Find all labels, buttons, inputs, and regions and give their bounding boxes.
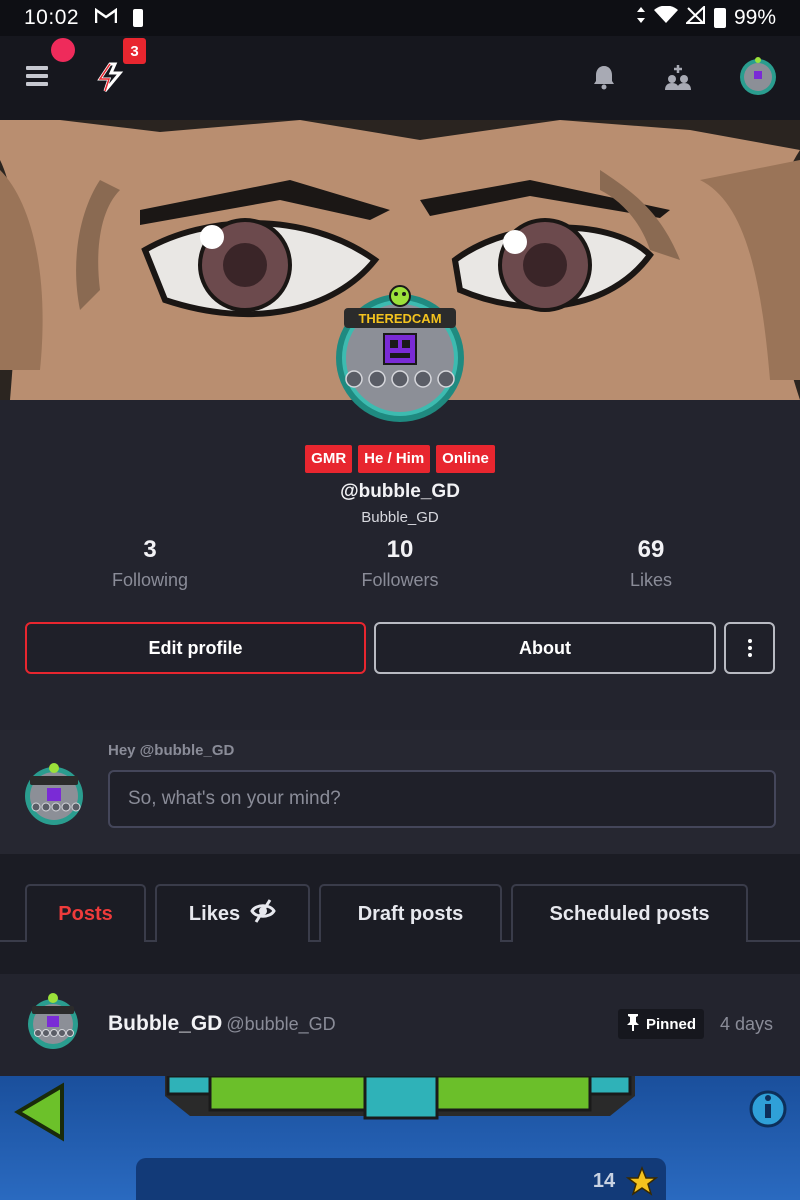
about-button[interactable]: About [374, 622, 716, 674]
composer-greeting: Hey @bubble_GD [108, 742, 235, 759]
tab-label: Draft posts [357, 902, 464, 925]
no-signal-icon [684, 4, 706, 30]
post-author-handle: @bubble_GD [226, 1014, 336, 1034]
stat-label: Following [111, 570, 189, 590]
pinned-label: Pinned [646, 1015, 697, 1033]
user-avatar[interactable] [738, 56, 778, 96]
gmail-icon [94, 7, 118, 30]
post-time: 4 days [720, 1014, 774, 1034]
post-image[interactable]: 14 [0, 1076, 800, 1200]
stat-label: Likes [629, 570, 673, 590]
pin-icon [626, 1013, 640, 1035]
more-options-button[interactable] [724, 622, 775, 674]
menu-icon[interactable] [26, 66, 48, 86]
app-bar: 3 [0, 36, 800, 120]
app-logo-icon[interactable] [96, 62, 124, 92]
composer-input[interactable]: So, what's on your mind? [108, 770, 776, 828]
profile-handle: @bubble_GD [340, 481, 460, 502]
tab-label: Posts [58, 902, 113, 925]
level-stars-count: 14 [593, 1170, 616, 1192]
kebab-menu-icon [747, 639, 752, 643]
stat-value: 10 [386, 536, 414, 563]
notification-count-badge: 3 [123, 38, 146, 64]
post-author-name: Bubble_GD [108, 1012, 223, 1035]
tag-online: Online [436, 445, 495, 473]
tab-label: Scheduled posts [549, 902, 710, 925]
stat-followers[interactable]: 10 Followers [300, 536, 500, 591]
tab-likes[interactable]: Likes [155, 884, 310, 942]
profile-display-name: Bubble_GD [361, 509, 439, 526]
tab-label: Likes [188, 902, 241, 925]
data-arrows-icon [636, 6, 646, 30]
avatar-text: THEREDCAM [358, 311, 441, 326]
bell-icon[interactable] [592, 64, 616, 90]
notification-dot [51, 38, 75, 62]
battery-percent: 99% [733, 6, 776, 29]
stat-following[interactable]: 3 Following [50, 536, 250, 591]
stat-value: 3 [143, 536, 157, 563]
tab-draft-posts[interactable]: Draft posts [319, 884, 502, 942]
profile-avatar[interactable]: THEREDCAM [334, 278, 466, 424]
tab-scheduled-posts[interactable]: Scheduled posts [511, 884, 748, 942]
composer-avatar [22, 762, 86, 826]
status-bar: 10:02 99% [0, 0, 800, 36]
tag-pronouns: He / Him [358, 445, 431, 473]
post-author[interactable]: Bubble_GD @bubble_GD [108, 1012, 336, 1036]
stat-likes[interactable]: 69 Likes [551, 536, 751, 591]
battery-saver-icon [133, 9, 144, 27]
pinned-badge: Pinned [618, 1009, 705, 1039]
tag-gmr: GMR [305, 445, 353, 473]
stat-value: 69 [637, 536, 665, 563]
edit-profile-button[interactable]: Edit profile [25, 622, 366, 674]
status-time: 10:02 [24, 6, 80, 29]
post-author-avatar[interactable] [26, 992, 80, 1050]
stat-label: Followers [361, 570, 439, 590]
battery-icon [713, 8, 726, 28]
tab-posts[interactable]: Posts [25, 884, 146, 944]
profile-tags: GMR He / Him Online [0, 445, 800, 473]
eye-off-icon [250, 899, 276, 929]
wifi-icon [653, 5, 678, 30]
add-friend-icon[interactable] [664, 64, 692, 90]
